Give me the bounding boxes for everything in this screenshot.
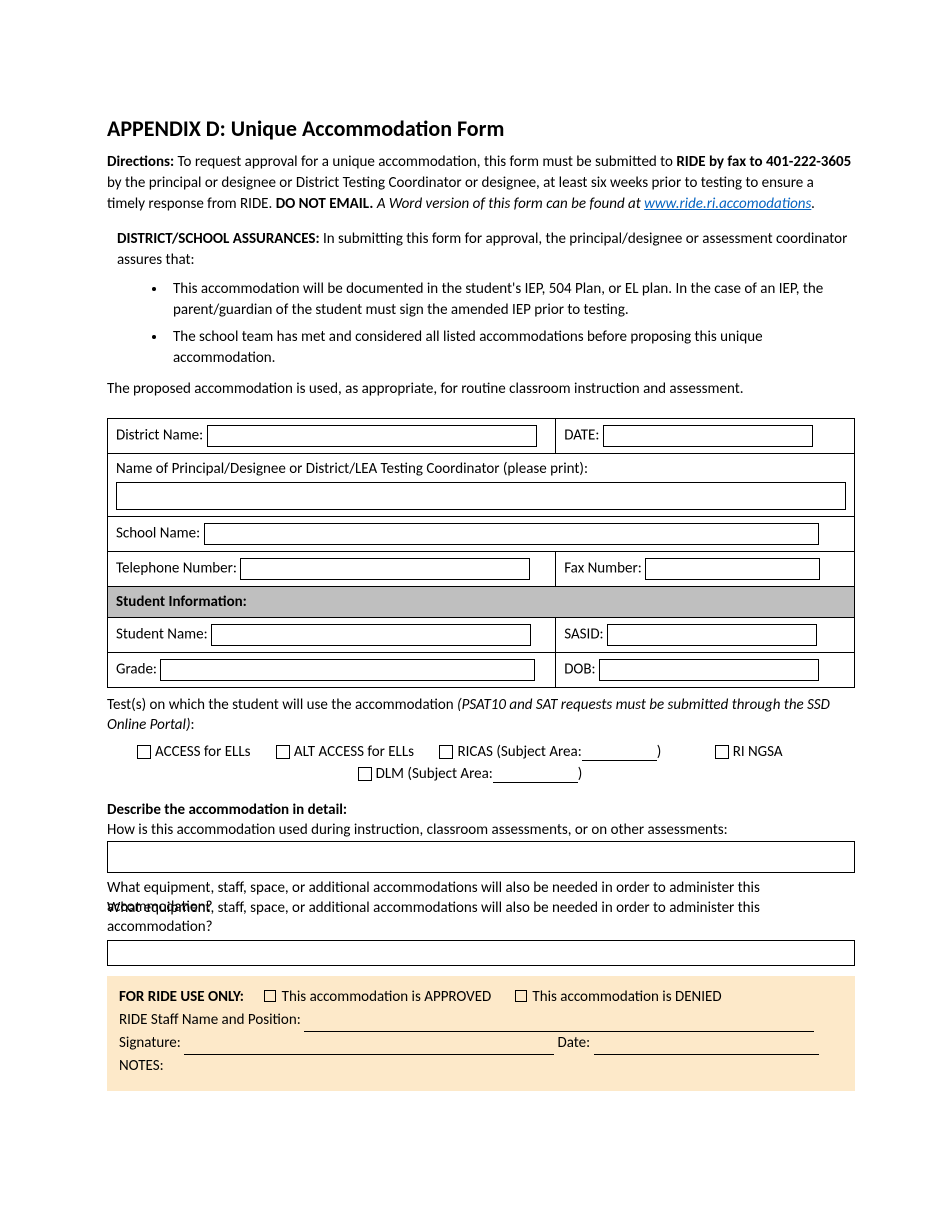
assurances-bullet-1: This accommodation will be documented in…	[167, 279, 855, 321]
directions-text-1: To request approval for a unique accommo…	[174, 153, 676, 171]
page-title: APPENDIX D: Unique Accommodation Form	[107, 115, 855, 142]
checkbox-alt-access[interactable]	[276, 745, 290, 759]
directions-italic: A Word version of this form can be found…	[373, 195, 644, 213]
checkbox-access[interactable]	[137, 745, 151, 759]
directions-label: Directions:	[107, 153, 174, 171]
directions-donotemail: DO NOT EMAIL.	[276, 195, 374, 213]
tests-intro-text: Test(s) on which the student will use th…	[107, 696, 457, 714]
grade-label: Grade:	[116, 661, 157, 679]
principal-label: Name of Principal/Designee or District/L…	[116, 460, 846, 478]
ride-signature-input[interactable]	[184, 1041, 554, 1055]
assurances-bullet-2: The school team has met and considered a…	[167, 327, 855, 369]
principal-input[interactable]	[116, 482, 846, 510]
ride-use-only-box: FOR RIDE USE ONLY: This accommodation is…	[107, 976, 855, 1091]
checkbox-approved[interactable]	[264, 990, 276, 1002]
tests-checkrow-2: DLM (Subject Area:)	[107, 765, 855, 783]
assurances-label: DISTRICT/SCHOOL ASSURANCES:	[117, 230, 320, 248]
student-name-label: Student Name:	[116, 626, 208, 644]
sasid-label: SASID:	[564, 626, 603, 644]
describe-q1-input[interactable]	[107, 841, 855, 873]
label-ricas: RICAS (Subject Area:	[457, 743, 581, 761]
dob-label: DOB:	[564, 661, 595, 679]
form-table: District Name: DATE: Name of Principal/D…	[107, 418, 855, 688]
student-info-header: Student Information:	[108, 587, 855, 618]
describe-q1: How is this accommodation used during in…	[107, 821, 855, 841]
ride-staff-label: RIDE Staff Name and Position:	[119, 1011, 304, 1029]
label-ringsa: RI NGSA	[733, 743, 783, 761]
ride-staff-input[interactable]	[304, 1018, 814, 1032]
date-label: DATE:	[564, 427, 599, 445]
describe-q2-real: What equipment, staff, space, or additio…	[107, 899, 855, 938]
telephone-input[interactable]	[240, 558, 530, 580]
directions-period: .	[811, 195, 815, 213]
grade-input[interactable]	[160, 659, 535, 681]
ride-date-label: Date:	[554, 1034, 593, 1052]
checkbox-dlm[interactable]	[358, 767, 372, 781]
ride-heading: FOR RIDE USE ONLY:	[119, 988, 244, 1006]
ricas-close: )	[657, 743, 662, 761]
tests-checkrow-1: ACCESS for ELLs ALT ACCESS for ELLs RICA…	[137, 743, 855, 761]
sasid-input[interactable]	[607, 624, 817, 646]
district-name-label: District Name:	[116, 427, 203, 445]
tests-intro: Test(s) on which the student will use th…	[107, 696, 855, 735]
ride-signature-label: Signature:	[119, 1034, 184, 1052]
district-name-input[interactable]	[207, 425, 537, 447]
describe-q2-input[interactable]	[107, 940, 855, 966]
label-denied: This accommodation is DENIED	[532, 988, 721, 1006]
directions-link[interactable]: www.ride.ri.accomodations	[644, 195, 811, 213]
school-name-label: School Name:	[116, 525, 200, 543]
fax-label: Fax Number:	[564, 560, 642, 578]
directions-fax: RIDE by fax to 401-222-3605	[676, 153, 851, 171]
fax-input[interactable]	[645, 558, 820, 580]
ride-date-input[interactable]	[594, 1041, 819, 1055]
dlm-subject-input[interactable]	[493, 769, 578, 783]
label-approved: This accommodation is APPROVED	[282, 988, 492, 1006]
label-alt-access: ALT ACCESS for ELLs	[294, 743, 414, 761]
assurances-intro: DISTRICT/SCHOOL ASSURANCES: In submittin…	[117, 229, 855, 271]
student-name-input[interactable]	[211, 624, 531, 646]
checkbox-ricas[interactable]	[439, 745, 453, 759]
checkbox-denied[interactable]	[515, 990, 527, 1002]
label-dlm: DLM (Subject Area:	[376, 765, 493, 783]
date-input[interactable]	[603, 425, 813, 447]
school-name-input[interactable]	[204, 523, 819, 545]
ricas-subject-input[interactable]	[582, 747, 657, 761]
dob-input[interactable]	[599, 659, 819, 681]
tests-colon: :	[191, 716, 195, 734]
assurances-list: This accommodation will be documented in…	[167, 279, 855, 369]
directions-paragraph: Directions: To request approval for a un…	[107, 152, 855, 215]
checkbox-ringsa[interactable]	[715, 745, 729, 759]
telephone-label: Telephone Number:	[116, 560, 237, 578]
describe-heading: Describe the accommodation in detail:	[107, 801, 855, 819]
ride-notes-label: NOTES:	[119, 1055, 843, 1078]
assurances-tail: The proposed accommodation is used, as a…	[107, 379, 855, 400]
dlm-close: )	[578, 765, 583, 783]
label-access: ACCESS for ELLs	[155, 743, 251, 761]
